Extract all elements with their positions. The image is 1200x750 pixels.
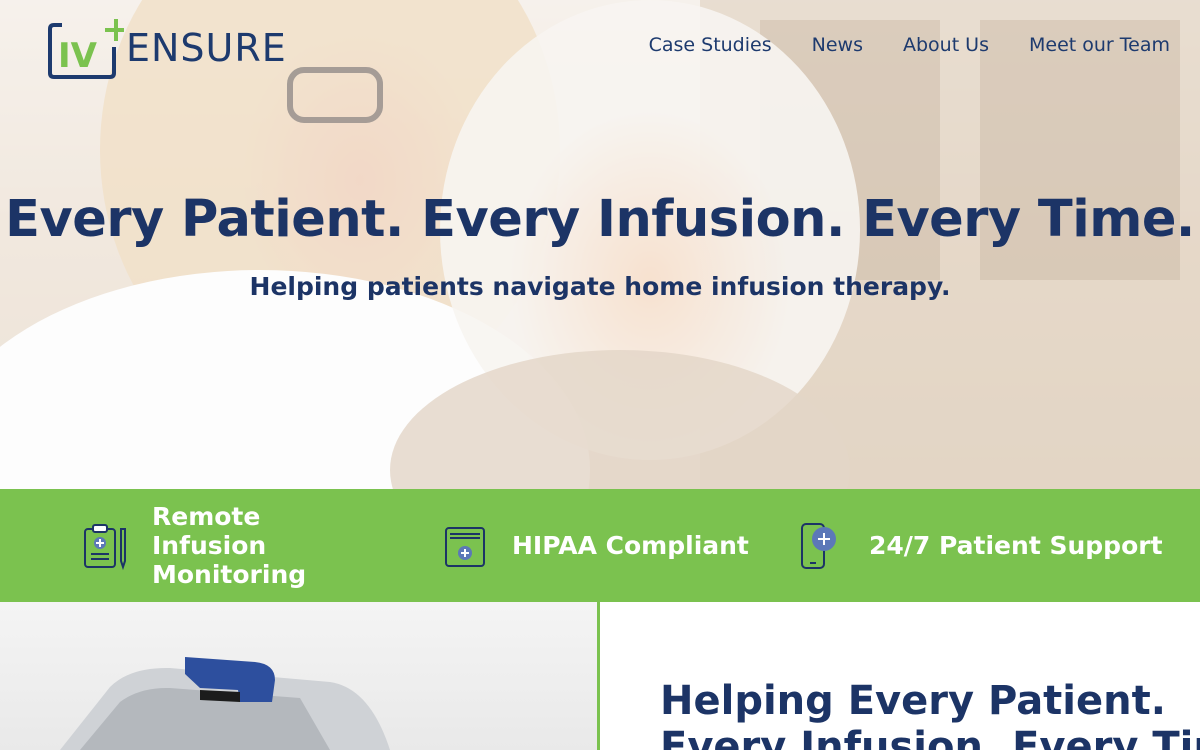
hero-subtitle: Helping patients navigate home infusion … [249,272,951,301]
svg-text:IV: IV [58,36,98,76]
feature-247-patient-support: 24/7 Patient Support [797,489,1163,602]
main-navigation: Case Studies News About Us Meet our Team [649,34,1170,56]
feature-label: Remote Infusion Monitoring [152,502,307,589]
feature-remote-infusion-monitoring: Remote Infusion Monitoring [80,489,382,602]
about-section: Helping Every Patient. Every Infusion. E… [600,602,1200,750]
section-title-line2: Every Infusion. Every Time. [660,724,1200,750]
feature-label: HIPAA Compliant [512,531,749,560]
feature-label: 24/7 Patient Support [869,531,1163,560]
nav-about-us[interactable]: About Us [903,34,989,56]
logo-wordmark: ENSURE [126,26,287,70]
hero-title: Every Patient. Every Infusion. Every Tim… [5,190,1195,249]
clipboard-medical-icon [84,523,126,570]
secure-folder-icon [445,526,485,567]
infusion-device-photo [0,602,597,750]
section-title-line1: Helping Every Patient. [660,678,1166,724]
brand-logo[interactable]: IV ENSURE [48,16,288,80]
nav-meet-our-team[interactable]: Meet our Team [1029,34,1170,56]
nav-case-studies[interactable]: Case Studies [649,34,772,56]
section-title: Helping Every Patient. Every Infusion. E… [660,678,1200,750]
phone-chat-icon [801,522,836,569]
feature-hipaa-compliant: HIPAA Compliant [440,489,749,602]
features-band: Remote Infusion Monitoring HIPAA Complia… [0,489,1200,602]
nav-news[interactable]: News [812,34,863,56]
iv-logo-mark: IV [48,19,124,79]
infusion-pump-illustration [60,657,390,750]
